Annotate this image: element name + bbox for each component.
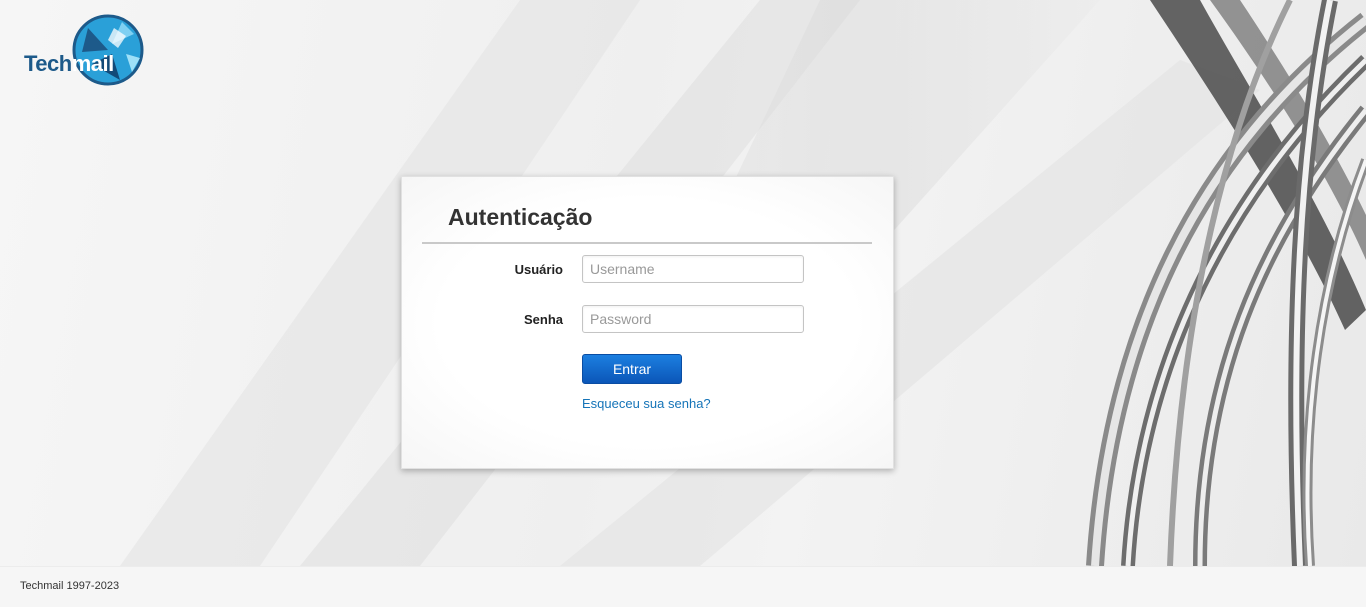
copyright-text: Techmail 1997-2023: [20, 580, 120, 592]
logo-text-mail: mail: [71, 51, 115, 76]
username-input[interactable]: [582, 255, 804, 283]
forgot-password-link[interactable]: Esqueceu sua senha?: [582, 396, 711, 411]
username-label: Usuário: [514, 262, 563, 277]
login-panel: Autenticação Usuário Senha Entrar Esquec…: [401, 176, 894, 469]
title-divider: [422, 242, 872, 244]
techmail-logo: Techmail: [22, 14, 147, 86]
login-button[interactable]: Entrar: [582, 354, 682, 384]
logo-text-tech: Tech: [24, 51, 72, 76]
login-title: Autenticação: [448, 204, 593, 230]
footer: Techmail 1997-2023: [0, 566, 1366, 607]
password-input[interactable]: [582, 305, 804, 333]
password-label: Senha: [523, 312, 563, 327]
logo-wordmark: Techmail: [24, 51, 114, 77]
